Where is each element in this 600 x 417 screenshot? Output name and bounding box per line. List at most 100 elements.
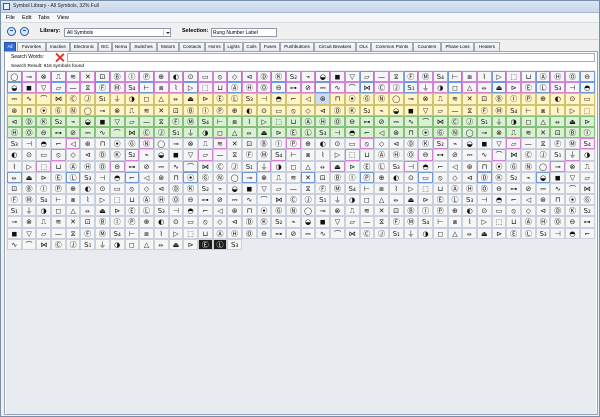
symbol-cell[interactable]: ⊔: [521, 71, 536, 83]
symbol-cell[interactable]: Ⓖ: [506, 160, 522, 172]
symbol-cell[interactable]: ◓: [579, 82, 595, 94]
symbol-cell[interactable]: Ⓛ: [212, 238, 228, 250]
tab-common-points[interactable]: Common Points: [371, 42, 413, 51]
symbol-cell[interactable]: ◼: [403, 104, 419, 116]
symbol-cell[interactable]: ≋: [139, 104, 154, 116]
symbol-cell[interactable]: —: [65, 82, 81, 94]
symbol-cell[interactable]: ∿: [550, 182, 566, 195]
symbol-cell[interactable]: Ⓔ: [124, 205, 140, 217]
symbol-cell[interactable]: Ⓜ: [403, 216, 419, 228]
symbol-cell[interactable]: ▭: [271, 104, 287, 116]
symbol-cell[interactable]: ⦵: [168, 93, 184, 105]
symbol-cell[interactable]: ⊢: [51, 194, 66, 206]
symbol-cell[interactable]: ⊕: [227, 104, 242, 116]
symbol-cell[interactable]: ⌐: [197, 205, 213, 217]
symbol-cell[interactable]: ⎓: [315, 82, 331, 94]
tab-counters[interactable]: Counters: [413, 42, 441, 51]
symbol-cell[interactable]: ⊳: [109, 205, 125, 217]
symbol-cell[interactable]: ◑: [109, 238, 125, 250]
symbol-cell[interactable]: S₁: [7, 205, 22, 217]
symbol-cell[interactable]: Ⓚ: [36, 115, 52, 127]
symbol-cell[interactable]: Ⓞ: [168, 194, 184, 206]
symbol-cell[interactable]: Ⓔ: [51, 171, 66, 183]
symbol-cell[interactable]: ⧈: [65, 194, 81, 206]
symbol-cell[interactable]: Ⓛ: [447, 194, 463, 206]
symbol-cell[interactable]: Ⓙ: [227, 160, 242, 172]
symbol-cell[interactable]: ▷: [168, 227, 184, 239]
symbol-cell[interactable]: ⊳: [197, 93, 213, 105]
symbol-cell[interactable]: ⊓: [168, 171, 184, 183]
symbol-cell[interactable]: ⊡: [388, 205, 404, 217]
symbol-cell[interactable]: Ⓗ: [7, 126, 22, 139]
symbol-cell[interactable]: ⊓: [477, 160, 492, 172]
symbol-cell[interactable]: ⦵: [80, 205, 96, 217]
symbol-cell[interactable]: Ⓕ: [95, 82, 110, 94]
symbol-cell[interactable]: ◐: [153, 216, 169, 228]
symbol-cell[interactable]: ▭: [109, 182, 125, 195]
symbol-cell[interactable]: ⧈: [447, 216, 463, 228]
symbol-cell[interactable]: S₁: [242, 160, 257, 172]
symbol-cell[interactable]: △: [462, 82, 477, 94]
symbol-cell[interactable]: ⊙: [168, 216, 184, 228]
tab-switches[interactable]: Switches: [130, 42, 157, 51]
symbol-cell[interactable]: ⬚: [579, 104, 595, 116]
symbol-cell[interactable]: ⬚: [36, 160, 52, 172]
symbol-cell[interactable]: Ⓕ: [403, 71, 419, 83]
tab-pushbuttons[interactable]: Pushbuttons: [280, 42, 314, 51]
symbol-cell[interactable]: S₂: [124, 149, 140, 161]
symbol-cell[interactable]: Ⓓ: [477, 171, 492, 183]
symbol-cell[interactable]: ⎓: [300, 227, 316, 239]
symbol-cell[interactable]: S₄: [418, 216, 433, 228]
symbol-cell[interactable]: ⌇: [315, 149, 331, 161]
symbol-cell[interactable]: Ⓕ: [7, 194, 22, 206]
symbol-cell[interactable]: S₂: [286, 71, 301, 83]
symbol-cell[interactable]: ⌒: [344, 82, 360, 94]
symbol-cell[interactable]: ⌒: [256, 194, 272, 206]
symbol-cell[interactable]: ⎓: [388, 115, 404, 127]
symbol-cell[interactable]: Ⓓ: [403, 138, 419, 150]
symbol-cell[interactable]: ◐: [168, 71, 184, 83]
symbol-cell[interactable]: ⌁: [286, 216, 301, 228]
menu-edit[interactable]: Edit: [22, 15, 31, 21]
symbol-cell[interactable]: ◐: [550, 93, 566, 105]
symbol-cell[interactable]: S₃: [242, 93, 257, 105]
symbol-cell[interactable]: ⊘: [300, 82, 316, 94]
symbol-cell[interactable]: S₄: [432, 71, 448, 83]
symbol-cell[interactable]: ⌐: [432, 160, 448, 172]
symbol-cell[interactable]: ⌇: [462, 216, 477, 228]
symbol-cell[interactable]: ⊗: [256, 171, 272, 183]
symbol-cell[interactable]: ⎓: [462, 149, 477, 161]
symbol-cell[interactable]: Ⓗ: [227, 227, 242, 239]
symbol-cell[interactable]: ⋈: [124, 126, 140, 139]
symbol-cell[interactable]: ✕: [153, 104, 169, 116]
symbol-cell[interactable]: Ⓙ: [80, 93, 96, 105]
symbol-cell[interactable]: ⊢: [432, 216, 448, 228]
symbol-cell[interactable]: ⊡: [477, 93, 492, 105]
symbol-cell[interactable]: Ⓒ: [359, 227, 375, 239]
symbol-cell[interactable]: ⏚: [256, 160, 272, 172]
symbol-cell[interactable]: ⌒: [183, 160, 198, 172]
symbol-cell[interactable]: ⌐: [51, 138, 66, 150]
symbol-cell[interactable]: ◼: [7, 227, 22, 239]
symbol-cell[interactable]: Ⓐ: [65, 160, 81, 172]
symbol-cell[interactable]: ⌐: [286, 93, 301, 105]
symbol-cell[interactable]: Ⓟ: [139, 71, 154, 83]
symbol-cell[interactable]: ⌒: [565, 182, 580, 195]
symbol-cell[interactable]: ⊸: [168, 138, 184, 150]
symbol-cell[interactable]: ⦿: [491, 160, 507, 172]
symbol-cell[interactable]: ⊙: [21, 149, 37, 161]
symbol-cell[interactable]: ⊳: [271, 126, 287, 139]
symbol-cell[interactable]: ⊔: [432, 182, 448, 195]
symbol-cell[interactable]: ◁: [65, 138, 81, 150]
symbol-cell[interactable]: ⊕: [153, 71, 169, 83]
symbol-cell[interactable]: Ⓛ: [374, 160, 389, 172]
symbol-cell[interactable]: —: [374, 71, 389, 83]
symbol-cell[interactable]: —: [51, 227, 66, 239]
symbol-cell[interactable]: Ⓒ: [286, 194, 301, 206]
symbol-cell[interactable]: ⏚: [565, 149, 580, 161]
symbol-cell[interactable]: S₂: [51, 115, 66, 127]
tab-heaters[interactable]: Heaters: [474, 42, 500, 51]
symbol-cell[interactable]: ⌒: [491, 149, 507, 161]
tab-motors[interactable]: Motors: [157, 42, 179, 51]
symbol-cell[interactable]: S₄: [344, 182, 360, 195]
